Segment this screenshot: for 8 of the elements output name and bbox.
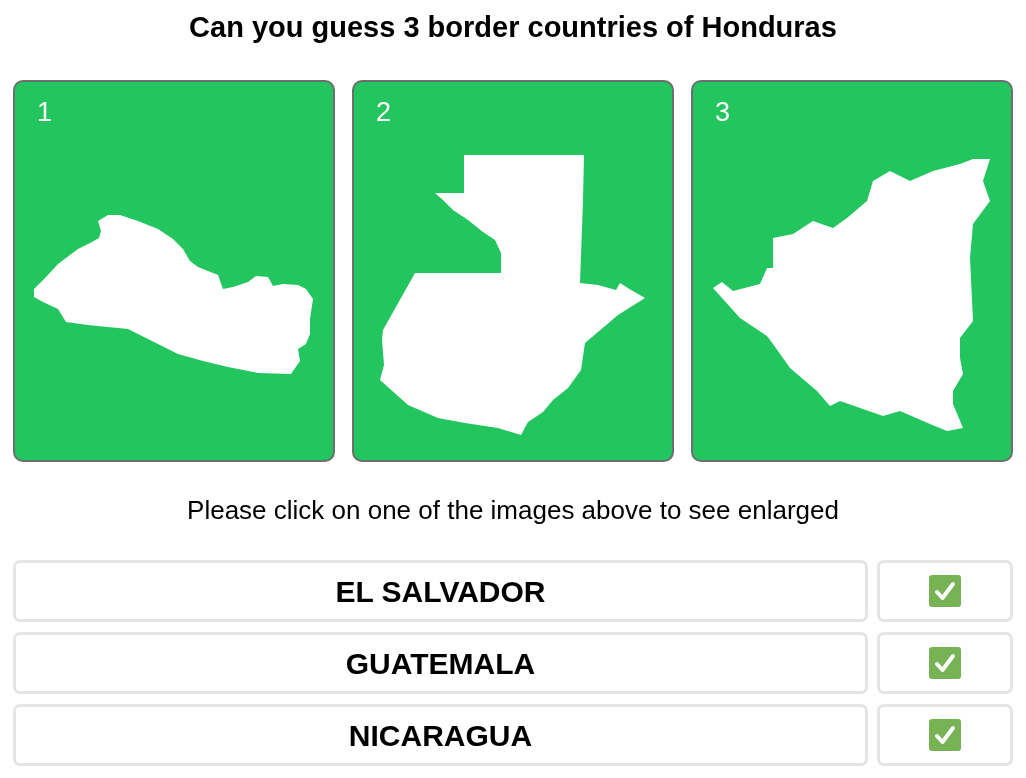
answer-box[interactable]: NICARAGUA (13, 704, 868, 766)
card-number: 2 (376, 96, 392, 128)
instruction-text: Please click on one of the images above to see enlarged (187, 494, 839, 526)
card-number: 3 (715, 96, 731, 128)
answer-box[interactable]: EL SALVADOR (13, 560, 868, 622)
card-number: 1 (37, 96, 53, 128)
answer-box[interactable]: GUATEMALA (13, 632, 868, 694)
quiz-title: Can you guess 3 border countries of Honduras (189, 10, 837, 45)
